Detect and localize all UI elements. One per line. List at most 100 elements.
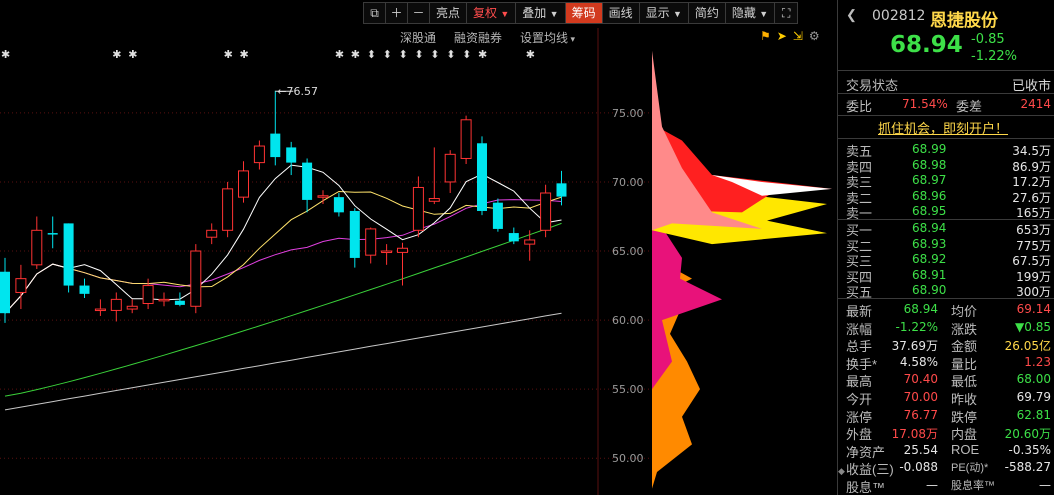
stat-row: 股息™ — 股息率™ — <box>838 477 1054 495</box>
stat-row: 总手 37.69万 金额 26.05亿 <box>838 336 1054 355</box>
stat-value: 4.58% <box>899 354 938 369</box>
candle-body <box>492 202 503 229</box>
ask-row[interactable]: 卖五 68.99 34.5万 <box>838 141 1054 159</box>
margin-trading-link[interactable]: 融资融券 <box>454 29 502 46</box>
price-axis-label: 60.00 <box>612 314 644 327</box>
kline-chart[interactable]: 75.00 70.00 65.00 60.00 55.00 50.00 ✱ ✱ ✱ ✱ ✱ ✱ ✱ ⬍ ⬍ ⬍… <box>0 0 836 495</box>
price-axis-label: 75.00 <box>612 107 644 120</box>
event-star-icon: ✱ <box>335 48 344 61</box>
stat-value: — <box>926 478 938 492</box>
hk-connect-link[interactable]: 深股通 <box>400 29 436 46</box>
toolbar-simple-button[interactable]: 简约 <box>688 3 726 23</box>
toolbar-display-label: 显示 <box>645 6 670 20</box>
chart-subtoolbar: 深股通 融资融券 设置均线 <box>400 29 575 46</box>
bid-volume: 300万 <box>1016 285 1051 300</box>
ask-row[interactable]: 卖一 68.95 165万 <box>838 203 1054 221</box>
stat-label: 换手* <box>846 356 878 372</box>
bid-row[interactable]: 买四 68.91 199万 <box>838 267 1054 285</box>
stat-label: 收益(三) <box>846 462 894 478</box>
candle-body <box>94 308 106 312</box>
candle-body <box>460 119 472 159</box>
stat-label: 金额 <box>951 339 978 355</box>
stat-label: 跌停 <box>951 409 978 425</box>
stat-label: 今开 <box>846 392 873 407</box>
ma-settings-dropdown[interactable]: 设置均线 <box>520 29 575 46</box>
order-ratio-row: 委比 71.54% 委差 2414 <box>838 96 1054 114</box>
stat-label: PE(动)* <box>951 462 989 475</box>
stat-label: 涨幅 <box>846 321 873 337</box>
bid-row[interactable]: 买一 68.94 653万 <box>838 220 1054 238</box>
fullscreen-icon[interactable]: ⛶ <box>775 3 798 23</box>
open-account-link[interactable]: 抓住机会，即刻开户！ <box>878 118 1008 137</box>
stat-row: 今开 70.00 昨收 69.79 <box>838 389 1054 407</box>
candle-body <box>477 143 487 211</box>
stat-label: 最低 <box>951 374 978 390</box>
stat-value: 20.60万 <box>1004 427 1051 442</box>
toolbar-display-button[interactable]: 显示 ▼ <box>639 3 689 23</box>
candle-body <box>412 186 424 231</box>
stat-label: 涨跌 <box>951 321 978 337</box>
toolbar-chips-button[interactable]: 筹码 <box>565 3 603 23</box>
stock-code: 002812 <box>872 8 926 24</box>
ask-volume: 165万 <box>1016 206 1051 221</box>
toolbar-highlight-button[interactable]: 亮点 <box>430 3 468 23</box>
cursor-icon[interactable]: ➤ <box>777 29 787 43</box>
event-star-icon: ✱ <box>224 48 233 61</box>
toolbar-overlay-button[interactable]: 叠加 ▼ <box>516 3 566 23</box>
gear-icon[interactable]: ⚙ <box>809 29 820 43</box>
bid-price: 68.93 <box>912 236 947 251</box>
stat-value: 70.40 <box>903 372 938 387</box>
trade-status-value: 已收市 <box>1011 78 1051 93</box>
stat-label: 最新 <box>846 304 873 319</box>
price-change-pct: -1.22% <box>971 49 1017 64</box>
candle-body <box>428 198 440 202</box>
price-axis-label: 55.00 <box>612 383 644 396</box>
candle-body <box>142 285 154 305</box>
candle-body <box>174 300 185 305</box>
toolbar-hide-button[interactable]: 隐藏 ▼ <box>725 3 776 23</box>
ask-row[interactable]: 卖二 68.96 27.6万 <box>838 188 1054 206</box>
stat-value: 70.00 <box>903 390 938 404</box>
stat-value: 25.54 <box>903 442 938 457</box>
ask-row[interactable]: 卖四 68.98 86.9万 <box>838 157 1054 175</box>
event-star-icon: ⬍ <box>430 48 439 61</box>
price-change: -0.85 <box>971 32 1005 47</box>
kline-chart-area[interactable]: 75.00 70.00 65.00 60.00 55.00 50.00 ✱ ✱ ✱ ✱ ✱ ✱ ✱ ⬍ ⬍ ⬍… <box>0 0 836 495</box>
event-star-icon: ⬍ <box>414 48 423 61</box>
candle-body <box>270 133 281 158</box>
candle-body <box>349 210 360 258</box>
candle-body <box>381 250 393 254</box>
chart-toolbar: ⧉ ＋ － 亮点 复权 ▼ 叠加 ▼ 筹码 画线 显示 ▼ 简约 隐藏 ▼ ⛶ <box>363 2 799 24</box>
chip-cursor-icon[interactable]: ⇲ <box>793 29 803 43</box>
toolbar-adjust-button[interactable]: 复权 ▼ <box>467 3 517 23</box>
stat-row: 收益(三) -0.088 PE(动)* -588.27 <box>838 459 1054 478</box>
stat-label: 最高 <box>846 374 873 390</box>
zoom-out-icon[interactable]: － <box>408 3 430 23</box>
trade-status-label: 交易状态 <box>846 78 899 93</box>
flag-icon[interactable]: ⚑ <box>760 29 771 43</box>
stat-value: -0.088 <box>899 460 938 475</box>
zoom-in-icon[interactable]: ＋ <box>386 3 408 23</box>
stat-row: 净资产 25.54 ROE -0.35% <box>838 441 1054 460</box>
stat-label: 外盘 <box>846 427 873 443</box>
candle-body <box>206 229 218 238</box>
bid-row[interactable]: 买二 68.93 775万 <box>838 236 1054 254</box>
event-star-icon: ✱ <box>478 48 487 61</box>
ask-row[interactable]: 卖三 68.97 17.2万 <box>838 172 1054 190</box>
candle-body <box>63 223 74 286</box>
ma20-line <box>4 199 562 314</box>
chevron-left-icon[interactable]: ❮ <box>846 7 857 23</box>
high-annotation: ←76.57 <box>277 85 318 98</box>
bid-row[interactable]: 买五 68.90 300万 <box>838 282 1054 300</box>
stat-row: 最高 70.40 最低 68.00 <box>838 371 1054 390</box>
candle-body <box>253 145 265 164</box>
toolbar-draw-button[interactable]: 画线 <box>602 3 640 23</box>
ask-price: 68.99 <box>912 142 947 156</box>
stat-label: ROE <box>951 441 980 457</box>
candle-body <box>397 247 408 253</box>
quote-header: ❮ 002812 恩捷股份 <box>838 6 1054 30</box>
window-restore-icon[interactable]: ⧉ <box>364 3 386 23</box>
candle-body <box>540 192 552 231</box>
bid-row[interactable]: 买三 68.92 67.5万 <box>838 251 1054 269</box>
last-price: 68.94 <box>890 32 963 58</box>
